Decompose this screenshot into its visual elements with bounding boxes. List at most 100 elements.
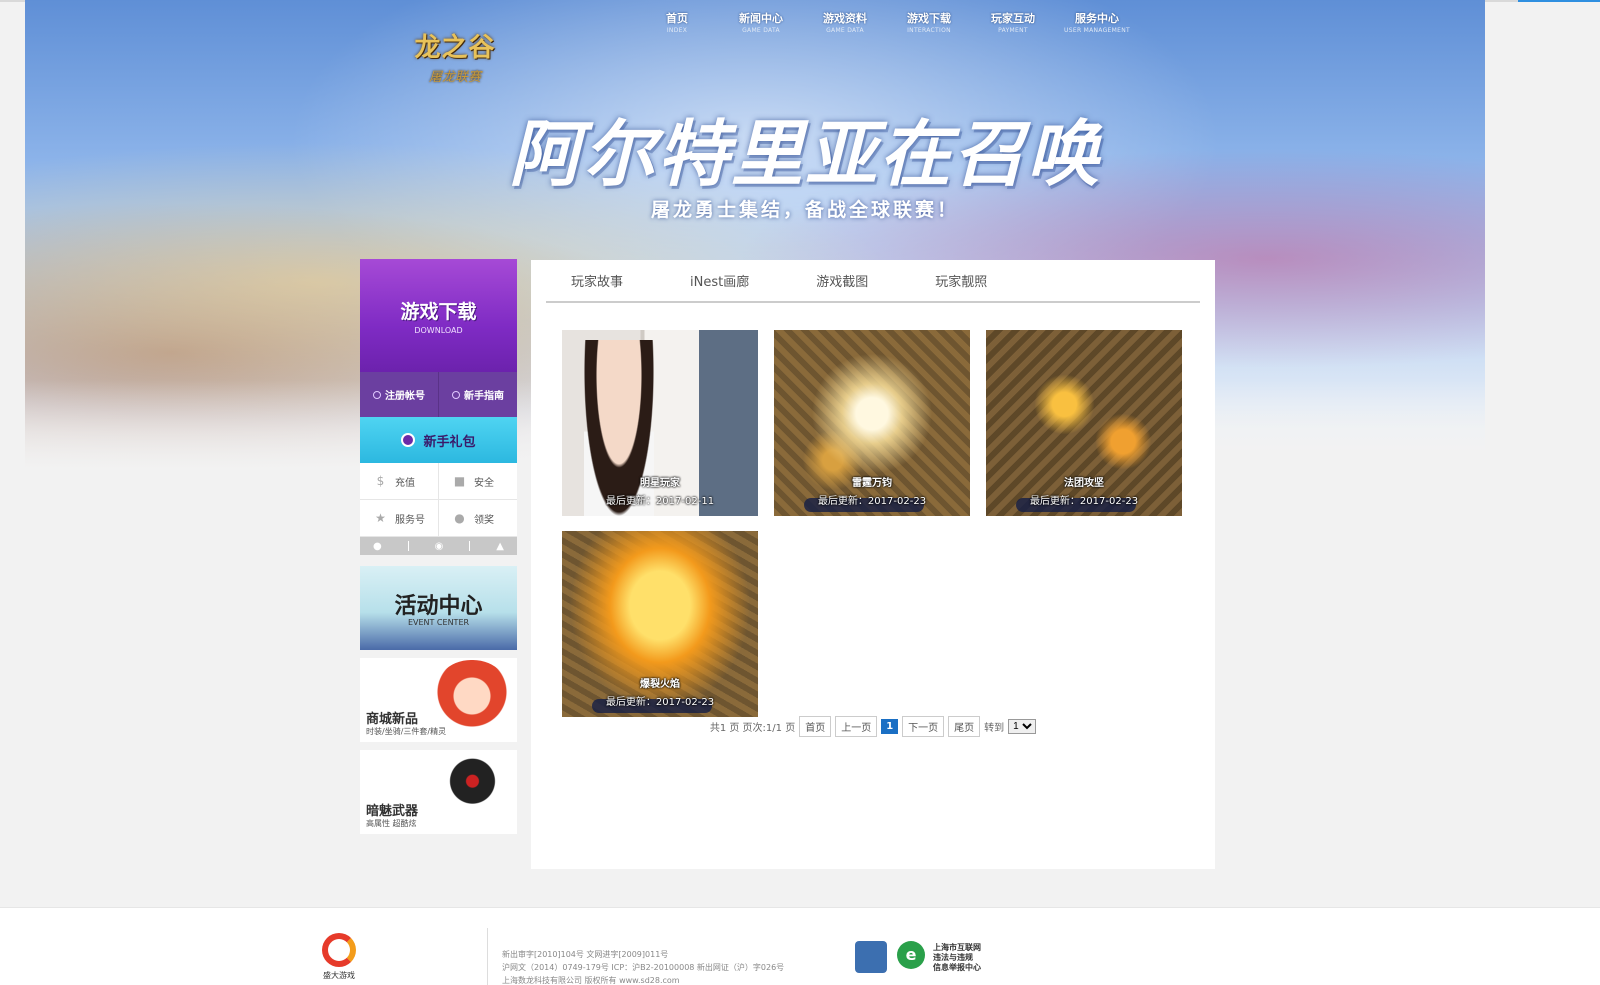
card-title: 明星玩家: [640, 478, 680, 489]
card-date: 最后更新：2017-02-11: [605, 496, 715, 507]
download-button[interactable]: 游戏下载 DOWNLOAD: [360, 259, 517, 372]
quick-links-row: ★ 服务号 ● 领奖: [360, 500, 517, 537]
nav-sublabel: INDEX: [666, 27, 688, 34]
quick-links: $ 充值 ■ 安全 ★ 服务号 ● 领奖: [360, 463, 517, 537]
tab-player-photos[interactable]: 玩家靓照: [935, 271, 987, 290]
report-center-text[interactable]: 上海市互联网 违法与违规 信息举报中心: [933, 943, 981, 973]
reward-label: 领奖: [474, 514, 494, 526]
gallery-tabs: 玩家故事 iNest画廊 游戏截图 玩家靓照: [546, 260, 1200, 303]
weibo-icon[interactable]: ◉: [435, 541, 444, 552]
coin-icon: $: [376, 473, 385, 488]
wechat-icon[interactable]: ●: [373, 541, 382, 552]
sidebar: 游戏下载 DOWNLOAD 注册帐号 新手指南 新手礼包 $ 充值 ■ 安全 ★…: [360, 259, 517, 834]
medal-icon: ●: [454, 510, 465, 525]
last-page-button[interactable]: 尾页: [948, 716, 981, 737]
social-divider: [469, 541, 471, 551]
security-link[interactable]: ■ 安全: [439, 463, 517, 499]
nav-item-home[interactable]: 首页 INDEX: [635, 10, 719, 34]
nav-item-news[interactable]: 新闻中心 GAME DATA: [719, 10, 803, 34]
card-title: 爆裂火焰: [640, 679, 680, 690]
logo-sub-text: 屠龙联赛: [428, 70, 481, 85]
account-row: 注册帐号 新手指南: [360, 372, 517, 417]
publisher-name: 盛大游戏: [323, 971, 355, 980]
shop-new-desc: 时装/坐骑/三件套/精灵: [366, 727, 447, 736]
pet-icon[interactable]: ▲: [496, 541, 504, 552]
footer-divider: [487, 928, 488, 985]
hero-title: 阿尔特里亚在召唤: [508, 111, 1101, 196]
main-nav: 首页 INDEX 新闻中心 GAME DATA 游戏资料 GAME DATA 游…: [635, 10, 1139, 34]
page-select[interactable]: 1: [1008, 719, 1037, 734]
game-logo[interactable]: 龙之谷 屠龙联赛: [400, 20, 510, 92]
footer-license-text: 新出审字[2010]104号 文网进字[2009]011号 沪网文（2014）0…: [502, 948, 784, 985]
current-page[interactable]: 1: [881, 719, 899, 734]
report-line: 违法与违规: [933, 953, 973, 962]
next-page-button[interactable]: 下一页: [902, 716, 945, 737]
service-account-link[interactable]: ★ 服务号: [360, 500, 439, 536]
nav-sublabel: USER MANAGEMENT: [1064, 27, 1130, 34]
first-page-button[interactable]: 首页: [799, 716, 832, 737]
weapon-banner[interactable]: 暗魅武器 高属性 超酷炫: [360, 750, 517, 834]
nav-item-service[interactable]: 服务中心 USER MANAGEMENT: [1055, 10, 1139, 34]
recharge-link[interactable]: $ 充值: [360, 463, 439, 499]
social-bar: ● ◉ ▲: [360, 537, 517, 555]
event-center-banner[interactable]: 活动中心 EVENT CENTER: [360, 566, 517, 650]
gallery-card[interactable]: 法团攻坚 最后更新：2017-02-23: [986, 330, 1182, 516]
pagination: 共1 页 页次:1/1 页 首页 上一页 1 下一页 尾页 转到 1: [531, 716, 1215, 737]
security-label: 安全: [474, 477, 494, 489]
nav-item-game-data[interactable]: 游戏资料 GAME DATA: [803, 10, 887, 34]
nav-item-interaction[interactable]: 玩家互动 PAYMENT: [971, 10, 1055, 34]
gift-pack-button[interactable]: 新手礼包: [360, 417, 517, 463]
hero-subtitle: 屠龙勇士集结，备战全球联赛！: [650, 199, 959, 221]
card-title: 雷霆万钧: [852, 478, 892, 489]
guide-icon: [452, 390, 460, 399]
nav-label: 游戏下载: [907, 12, 951, 25]
pagination-summary: 共1 页 页次:1/1 页: [709, 723, 796, 734]
quick-links-row: $ 充值 ■ 安全: [360, 463, 517, 500]
publisher-logo-mark: [322, 933, 356, 967]
service-account-label: 服务号: [395, 514, 425, 526]
gallery-card[interactable]: 明星玩家 最后更新：2017-02-11: [562, 330, 758, 516]
guide-button[interactable]: 新手指南: [439, 372, 517, 417]
reward-link[interactable]: ● 领奖: [439, 500, 517, 536]
register-icon: [373, 390, 381, 399]
event-center-sublabel: EVENT CENTER: [407, 618, 470, 627]
card-date: 最后更新：2017-02-23: [817, 496, 927, 507]
nav-label: 首页: [666, 12, 688, 25]
tab-screenshots[interactable]: 游戏截图: [816, 271, 868, 290]
weapon-image: [430, 750, 517, 834]
license-line: 沪网文（2014）0749-179号 ICP：沪B2-20100008 新出网证…: [502, 963, 785, 972]
nav-item-download[interactable]: 游戏下载 INTERACTION: [887, 10, 971, 34]
weapon-title: 暗魅武器: [366, 804, 419, 819]
publisher-logo[interactable]: 盛大游戏: [314, 933, 364, 983]
nav-sublabel: PAYMENT: [998, 27, 1028, 34]
lock-icon: ■: [453, 473, 466, 488]
nav-sublabel: GAME DATA: [742, 27, 780, 34]
tab-inest-gallery[interactable]: iNest画廊: [690, 271, 749, 290]
gallery-card[interactable]: 爆裂火焰 最后更新：2017-02-23: [562, 531, 758, 717]
report-line: 信息举报中心: [933, 963, 981, 972]
nav-sublabel: INTERACTION: [907, 27, 951, 34]
prev-page-button[interactable]: 上一页: [835, 716, 878, 737]
gallery-card[interactable]: 雷霆万钧 最后更新：2017-02-23: [774, 330, 970, 516]
report-center-icon[interactable]: e: [897, 941, 925, 969]
star-icon: ★: [375, 510, 386, 525]
footer: 盛大游戏 新出审字[2010]104号 文网进字[2009]011号 沪网文（2…: [0, 907, 1600, 985]
card-date: 最后更新：2017-02-23: [605, 697, 715, 708]
gift-icon: [401, 433, 416, 447]
goto-label: 转到: [984, 723, 1005, 734]
register-button[interactable]: 注册帐号: [360, 372, 439, 417]
nav-sublabel: GAME DATA: [826, 27, 864, 34]
police-badge-icon[interactable]: [855, 941, 887, 973]
nav-label: 服务中心: [1075, 12, 1119, 25]
nav-label: 玩家互动: [991, 12, 1035, 25]
tab-player-stories[interactable]: 玩家故事: [571, 271, 623, 290]
social-divider: [407, 541, 409, 551]
gift-label: 新手礼包: [423, 434, 476, 450]
guide-label: 新手指南: [464, 391, 504, 402]
logo-main-text: 龙之谷: [414, 33, 496, 63]
card-date: 最后更新：2017-02-23: [1029, 496, 1139, 507]
shop-new-title: 商城新品: [366, 712, 419, 727]
download-label: 游戏下载: [400, 300, 477, 323]
shop-new-banner[interactable]: 商城新品 时装/坐骑/三件套/精灵: [360, 658, 517, 742]
weapon-desc: 高属性 超酷炫: [366, 819, 417, 828]
